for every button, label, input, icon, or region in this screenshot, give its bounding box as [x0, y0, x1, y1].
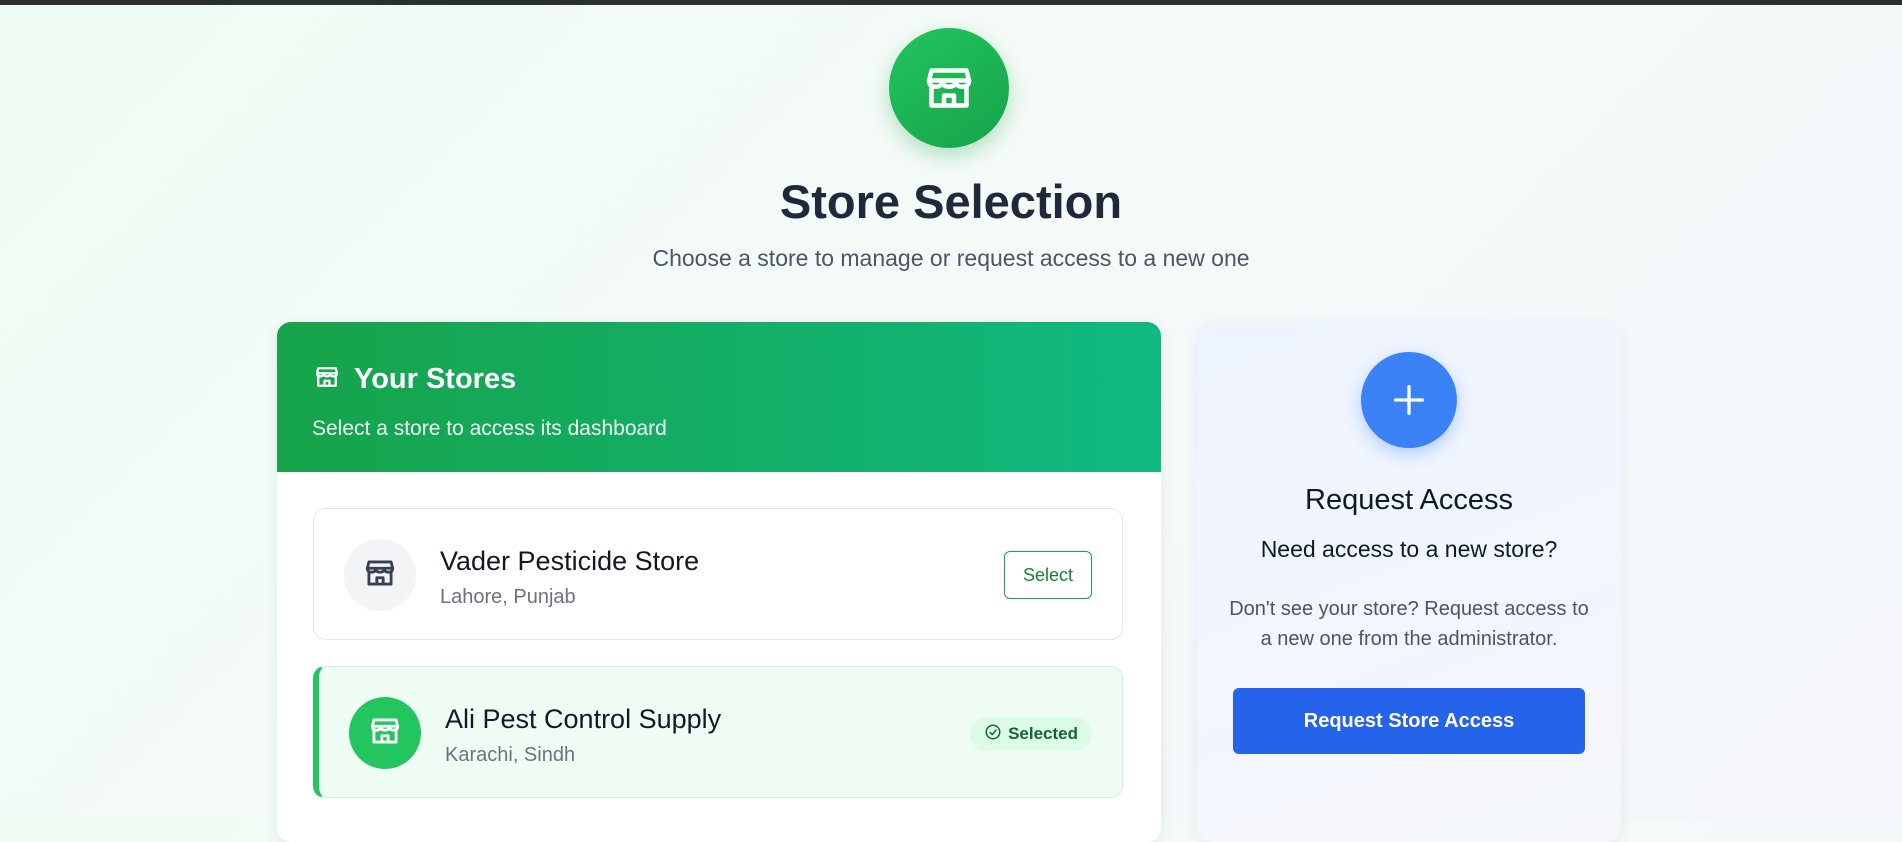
store-name: Ali Pest Control Supply — [445, 704, 722, 734]
your-stores-header: Your Stores Select a store to access its… — [277, 322, 1161, 472]
page-subtitle: Choose a store to manage or request acce… — [652, 245, 1250, 271]
page-title: Store Selection — [779, 175, 1123, 228]
your-stores-card: Your Stores Select a store to access its… — [277, 322, 1161, 842]
select-store-button[interactable]: Select — [1004, 551, 1092, 599]
store-item-ali-pest-control-supply[interactable]: Ali Pest Control Supply Karachi, Sindh S… — [313, 666, 1123, 798]
request-access-title: Request Access — [1305, 484, 1513, 516]
store-icon — [889, 28, 1009, 148]
your-stores-title: Your Stores — [354, 363, 517, 395]
store-location: Lahore, Punjab — [440, 586, 576, 608]
check-circle-icon — [984, 723, 1002, 746]
request-store-access-button[interactable]: Request Store Access — [1233, 688, 1585, 754]
store-icon — [366, 712, 404, 755]
window-top-bar — [0, 0, 1902, 5]
selected-badge-label: Selected — [1008, 724, 1078, 743]
request-access-question: Need access to a new store? — [1260, 536, 1558, 562]
store-icon — [312, 362, 342, 397]
store-avatar — [344, 539, 416, 611]
request-access-card: Request Access Need access to a new stor… — [1197, 322, 1621, 842]
store-item-vader-pesticide-store[interactable]: Vader Pesticide Store Lahore, Punjab Sel… — [313, 508, 1123, 640]
store-avatar — [349, 697, 421, 769]
store-icon — [361, 554, 399, 597]
request-access-description: Don't see your store? Request access to … — [1229, 598, 1589, 650]
store-location: Karachi, Sindh — [445, 744, 576, 766]
your-stores-title-row: Your Stores — [312, 362, 516, 397]
your-stores-subtitle: Select a store to access its dashboard — [312, 417, 667, 440]
plus-icon — [1361, 352, 1457, 448]
selected-badge: Selected — [970, 717, 1092, 751]
store-name: Vader Pesticide Store — [440, 546, 700, 576]
